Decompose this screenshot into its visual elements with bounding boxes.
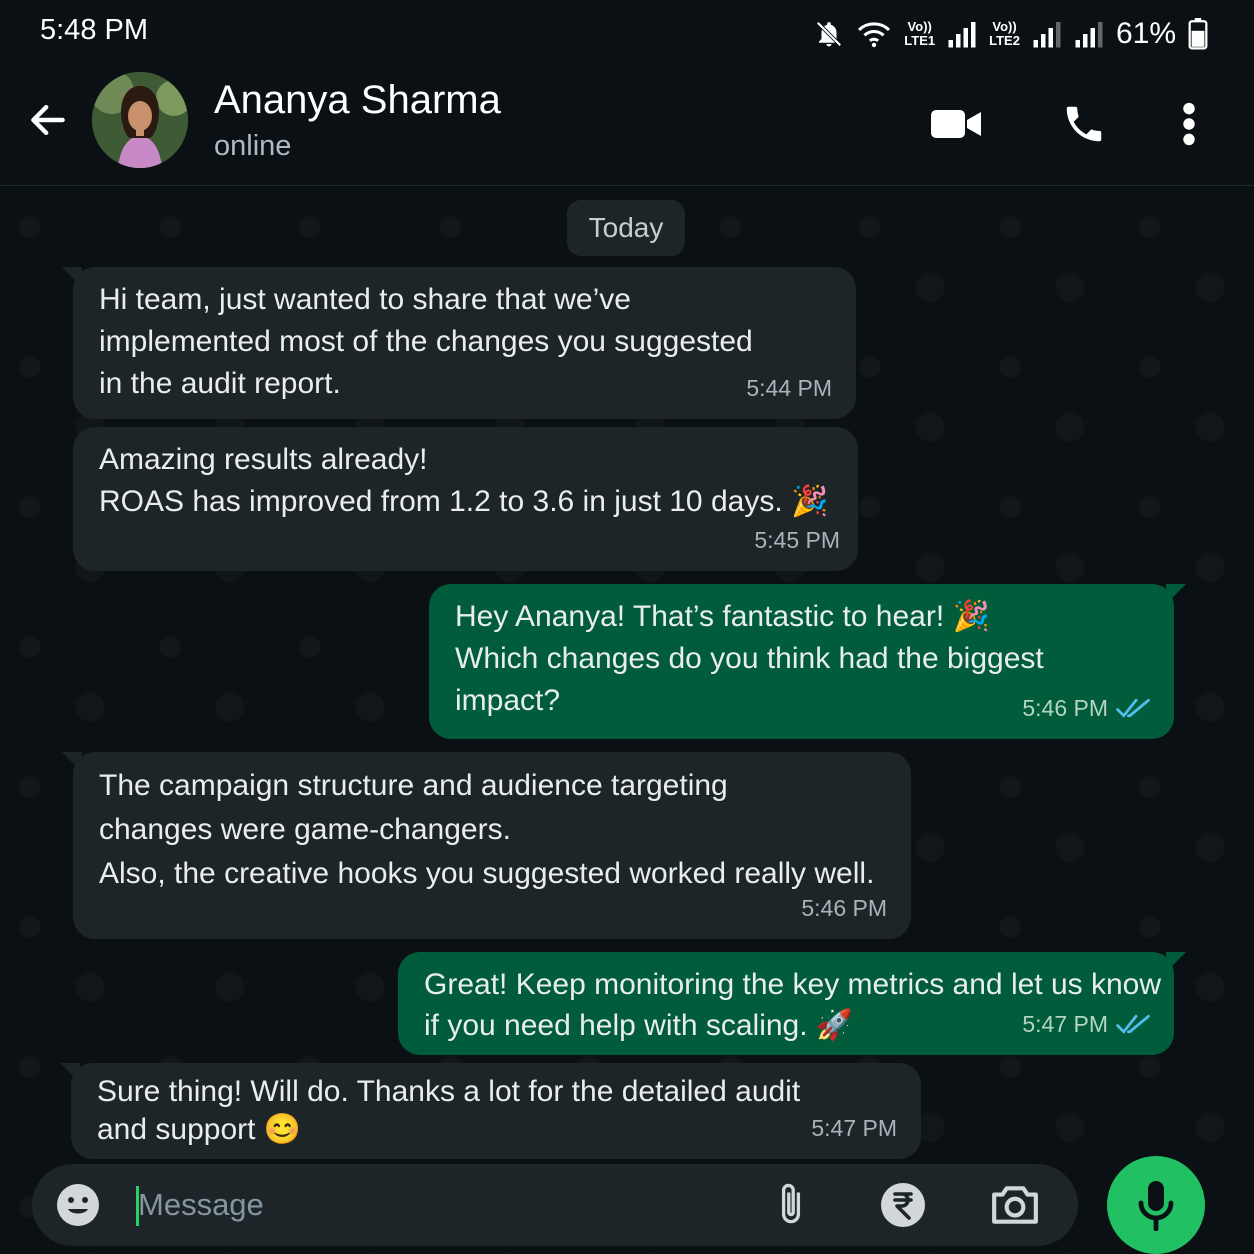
- signal-icon: [947, 19, 977, 49]
- sim2-label: Vo)) LTE2: [989, 20, 1020, 48]
- read-ticks-icon: [1116, 698, 1150, 718]
- wifi-icon: [856, 19, 892, 49]
- back-arrow-icon[interactable]: [26, 98, 70, 142]
- more-vertical-icon[interactable]: [1161, 96, 1217, 152]
- status-bar: 5:48 PM Vo)) LTE1 Vo)) LTE2 61%: [0, 0, 1254, 68]
- mute-bell-icon: [814, 19, 844, 49]
- date-chip: Today: [567, 200, 685, 256]
- message-text: Hey Ananya! That’s fantastic to hear! 🎉 …: [455, 600, 1044, 717]
- message-bubble-incoming[interactable]: Sure thing! Will do. Thanks a lot for th…: [71, 1063, 921, 1159]
- message-text: Sure thing! Will do. Thanks a lot for th…: [97, 1075, 801, 1146]
- camera-icon[interactable]: [990, 1180, 1040, 1230]
- message-bubble-outgoing[interactable]: Hey Ananya! That’s fantastic to hear! 🎉 …: [429, 584, 1174, 739]
- message-bubble-incoming[interactable]: Amazing results already! ROAS has improv…: [73, 427, 858, 571]
- message-bubble-incoming[interactable]: The campaign structure and audience targ…: [73, 752, 911, 939]
- message-bubble-incoming[interactable]: Hi team, just wanted to share that we’ve…: [73, 267, 856, 419]
- mic-button[interactable]: [1107, 1156, 1205, 1254]
- message-time: 5:45 PM: [754, 519, 840, 561]
- sim1-volte: Vo)): [907, 19, 932, 34]
- message-time: 5:44 PM: [746, 367, 832, 409]
- message-time: 5:47 PM: [811, 1107, 897, 1149]
- message-input[interactable]: [138, 1180, 738, 1230]
- message-text: Amazing results already! ROAS has improv…: [99, 443, 829, 518]
- message-time-label: 5:46 PM: [1022, 695, 1108, 721]
- status-icons: Vo)) LTE1 Vo)) LTE2 61%: [814, 14, 1208, 54]
- sim1-lte: LTE1: [904, 33, 936, 48]
- message-composer: [32, 1164, 1078, 1246]
- message-time: 5:47 PM: [1022, 1003, 1150, 1045]
- sim2-volte: Vo)): [992, 19, 1017, 34]
- emoji-icon[interactable]: [54, 1181, 102, 1229]
- status-time: 5:48 PM: [40, 14, 148, 46]
- message-time-label: 5:47 PM: [1022, 1011, 1108, 1037]
- chat-header: Ananya Sharma online: [0, 68, 1254, 186]
- message-time-label: 5:47 PM: [811, 1115, 897, 1141]
- contact-name[interactable]: Ananya Sharma: [214, 78, 501, 123]
- read-ticks-icon: [1116, 1014, 1150, 1034]
- avatar[interactable]: [92, 72, 188, 168]
- video-call-icon[interactable]: [929, 96, 985, 152]
- message-time-label: 5:45 PM: [754, 527, 840, 553]
- message-text: Hi team, just wanted to share that we’ve…: [99, 283, 753, 400]
- message-time: 5:46 PM: [1022, 687, 1150, 729]
- battery-percent: 61%: [1115, 17, 1176, 50]
- battery-icon: [1188, 18, 1208, 50]
- message-time-label: 5:44 PM: [746, 375, 832, 401]
- rupee-payment-icon[interactable]: [878, 1180, 928, 1230]
- sim1-label: Vo)) LTE1: [904, 20, 935, 48]
- message-text: The campaign structure and audience targ…: [99, 769, 875, 890]
- message-time-label: 5:46 PM: [801, 895, 887, 921]
- signal-icon: [1032, 19, 1062, 49]
- message-bubble-outgoing[interactable]: Great! Keep monitoring the key metrics a…: [398, 952, 1174, 1055]
- phone-icon[interactable]: [1056, 96, 1112, 152]
- contact-status: online: [214, 130, 292, 162]
- attach-icon[interactable]: [766, 1180, 816, 1230]
- signal-icon: [1074, 19, 1104, 49]
- sim2-lte: LTE2: [989, 33, 1020, 48]
- chat-area[interactable]: Today Hi team, just wanted to share that…: [0, 187, 1254, 1254]
- mic-icon: [1138, 1181, 1174, 1231]
- message-time: 5:46 PM: [801, 887, 887, 929]
